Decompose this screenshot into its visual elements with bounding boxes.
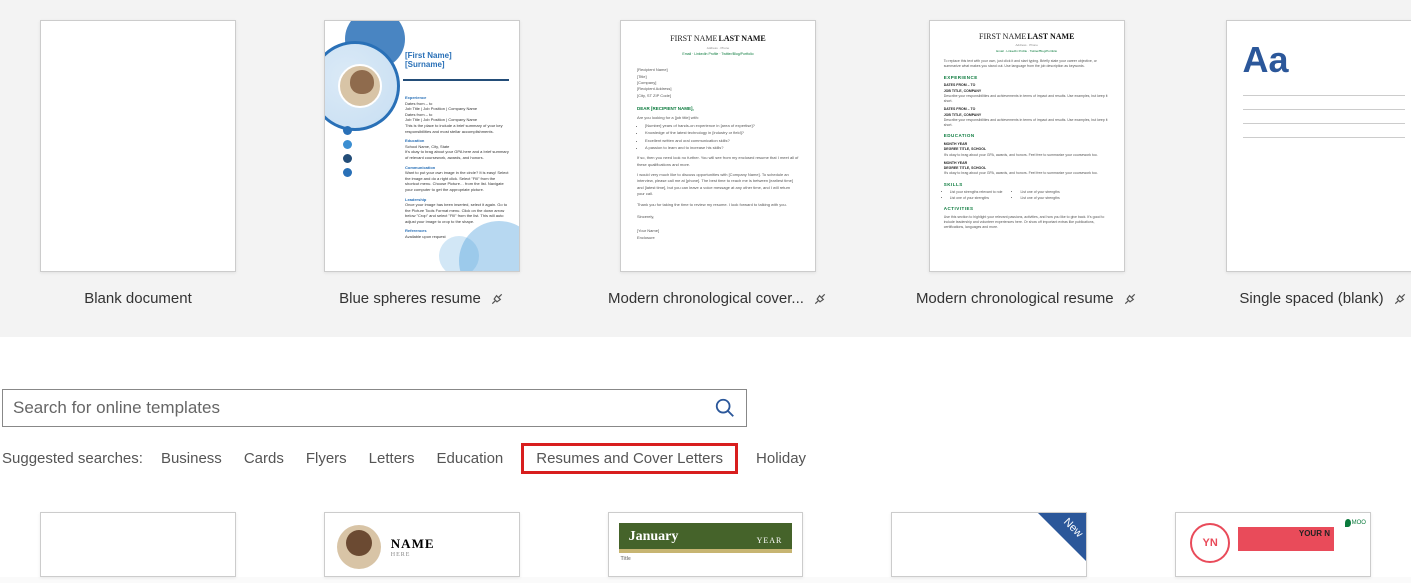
- suggested-label: Suggested searches:: [2, 450, 143, 467]
- online-template-moo[interactable]: YN YOUR N MOO: [1175, 512, 1371, 577]
- template-thumbnail[interactable]: [40, 20, 236, 272]
- pin-icon[interactable]: [1392, 291, 1408, 307]
- highlight-annotation: Resumes and Cover Letters: [521, 443, 738, 474]
- template-thumbnail[interactable]: FIRST NAME LAST NAME Address · Phone Ema…: [929, 20, 1125, 272]
- template-single-spaced[interactable]: Aa Single spaced (blank): [1226, 20, 1411, 307]
- online-templates-section: Suggested searches: Business Cards Flyer…: [0, 337, 1411, 577]
- template-label: Modern chronological resume: [916, 290, 1114, 307]
- suggested-resumes-cover-letters[interactable]: Resumes and Cover Letters: [532, 448, 727, 469]
- template-row: Blank document [First Name] [Surname]: [40, 20, 1371, 307]
- search-box[interactable]: [2, 389, 747, 427]
- pin-icon[interactable]: [1122, 291, 1138, 307]
- search-icon[interactable]: [714, 397, 736, 419]
- template-thumbnail[interactable]: FIRST NAME LAST NAME Address · Phone Ema…: [620, 20, 816, 272]
- online-template-photo-resume[interactable]: NAME HERE: [324, 512, 520, 577]
- template-blank-document[interactable]: Blank document: [40, 20, 236, 307]
- template-label: Single spaced (blank): [1239, 290, 1383, 307]
- template-blue-spheres-resume[interactable]: [First Name] [Surname] Experience Dates …: [324, 20, 520, 307]
- template-label: Blank document: [84, 290, 192, 307]
- suggested-letters[interactable]: Letters: [365, 448, 419, 469]
- template-label: Blue spheres resume: [339, 290, 481, 307]
- online-template-1[interactable]: [40, 512, 236, 577]
- template-modern-resume[interactable]: FIRST NAME LAST NAME Address · Phone Ema…: [916, 20, 1138, 307]
- pin-icon[interactable]: [812, 291, 828, 307]
- template-label: Modern chronological cover...: [608, 290, 804, 307]
- search-input[interactable]: [13, 398, 714, 418]
- suggested-flyers[interactable]: Flyers: [302, 448, 351, 469]
- suggested-holiday[interactable]: Holiday: [752, 448, 810, 469]
- suggested-cards[interactable]: Cards: [240, 448, 288, 469]
- online-template-new[interactable]: New: [891, 512, 1087, 577]
- suggested-business[interactable]: Business: [157, 448, 226, 469]
- pin-icon[interactable]: [489, 291, 505, 307]
- template-thumbnail[interactable]: [First Name] [Surname] Experience Dates …: [324, 20, 520, 272]
- online-template-calendar[interactable]: January YEAR Title: [608, 512, 804, 577]
- template-modern-cover-letter[interactable]: FIRST NAME LAST NAME Address · Phone Ema…: [608, 20, 828, 307]
- template-thumbnail[interactable]: Aa: [1226, 20, 1411, 272]
- suggested-searches-row: Suggested searches: Business Cards Flyer…: [0, 443, 1411, 474]
- online-template-row: NAME HERE January YEAR Title New YN YOU: [0, 474, 1411, 577]
- suggested-education[interactable]: Education: [433, 448, 508, 469]
- moo-logo-icon: MOO: [1345, 519, 1366, 527]
- recent-templates-section: Blank document [First Name] [Surname]: [0, 0, 1411, 337]
